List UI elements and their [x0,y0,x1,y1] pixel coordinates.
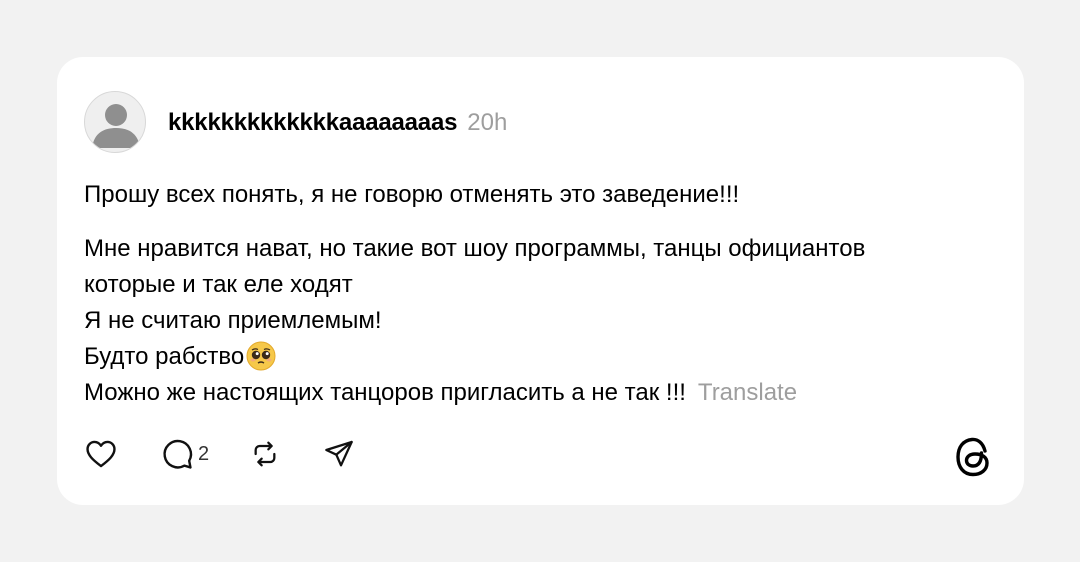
share-button[interactable] [323,438,355,470]
post-line: которые и так еле ходят [84,271,353,298]
timestamp[interactable]: 20h [467,109,507,137]
post-paragraph: Прошу всех понять, я не говорю отменять … [84,181,740,208]
username[interactable]: kkkkkkkkkkkkkaaaaaaaas [168,109,457,137]
heart-icon [86,440,116,468]
reply-count: 2 [198,442,210,465]
repost-icon [254,441,276,467]
threads-logo-icon[interactable] [954,435,994,484]
reply-button[interactable]: 2 [160,437,209,471]
post-line-text: Будто рабство [84,343,245,370]
translate-link[interactable]: Translate [698,379,797,406]
post-line: Мне нравится нават, но такие вот шоу про… [84,235,866,262]
speech-bubble-icon [163,439,193,469]
post-line-text: Можно же настоящих танцоров пригласить а… [84,379,686,406]
send-icon [325,440,353,467]
post-line: Я не считаю приемлемым! [84,307,382,334]
post-body: Прошу всех понять, я не говорю отменять … [84,177,994,411]
post-actions: 2 [84,437,355,471]
pleading-face-emoji-icon [246,341,276,371]
post-card: kkkkkkkkkkkkkaaaaaaaas 20h Прошу всех по… [57,57,1024,505]
avatar[interactable] [84,91,146,153]
threads-icon [956,437,989,477]
post-line-with-emoji: Будто рабство [84,339,994,375]
default-avatar-icon [92,104,140,148]
like-button[interactable] [84,437,118,471]
post-line-last: Можно же настоящих танцоров пригласить а… [84,375,994,411]
post-paragraph: Мне нравится нават, но такие вот шоу про… [84,231,994,411]
post-header: kkkkkkkkkkkkkaaaaaaaas 20h [168,109,507,137]
repost-button[interactable] [249,438,281,470]
